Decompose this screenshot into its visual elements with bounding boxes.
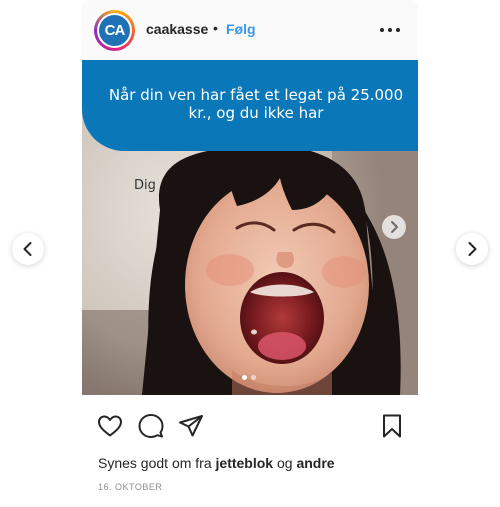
like-button[interactable]	[96, 412, 124, 440]
likes-summary: Synes godt om fra jetteblok og andre	[98, 455, 335, 471]
likes-prefix: Synes godt om fra	[98, 455, 212, 471]
meme-label: Dig	[134, 178, 156, 193]
avatar-logo: CA	[99, 15, 130, 46]
chevron-right-icon	[468, 242, 477, 256]
comment-button[interactable]	[137, 412, 165, 440]
liker-username[interactable]: jetteblok	[216, 455, 274, 471]
likes-conjunction: og	[276, 455, 293, 471]
chevron-right-icon	[391, 221, 398, 233]
chevron-left-icon	[23, 242, 32, 256]
previous-post-button[interactable]	[12, 233, 44, 265]
bookmark-icon	[383, 414, 401, 438]
next-photo-button[interactable]	[382, 215, 406, 239]
follow-button[interactable]: Følg	[226, 21, 256, 37]
meme-caption-text: Når din ven har fået et legat på 25.000 …	[108, 86, 404, 122]
post-actions	[82, 404, 418, 448]
post-image[interactable]: Når din ven har fået et legat på 25.000 …	[82, 60, 418, 395]
likes-others-link[interactable]: andre	[296, 455, 334, 471]
more-options-icon[interactable]	[380, 17, 400, 41]
save-button[interactable]	[378, 412, 406, 440]
post-header: CA caakasse • Følg	[82, 0, 418, 60]
comment-icon	[138, 414, 164, 438]
carousel-dot-active	[242, 375, 247, 380]
next-post-button[interactable]	[456, 233, 488, 265]
separator-dot: •	[213, 20, 218, 36]
heart-icon	[98, 415, 122, 437]
share-button[interactable]	[177, 412, 205, 440]
username-link[interactable]: caakasse	[146, 21, 208, 37]
carousel-indicator	[242, 375, 262, 381]
paper-plane-icon	[179, 415, 203, 437]
instagram-post: CA caakasse • Følg Når din ven har fået …	[82, 0, 418, 507]
carousel-dot	[251, 375, 256, 380]
meme-caption-banner: Når din ven har fået et legat på 25.000 …	[82, 60, 418, 151]
avatar[interactable]: CA	[94, 10, 135, 51]
post-date[interactable]: 16. OKTOBER	[98, 482, 162, 492]
